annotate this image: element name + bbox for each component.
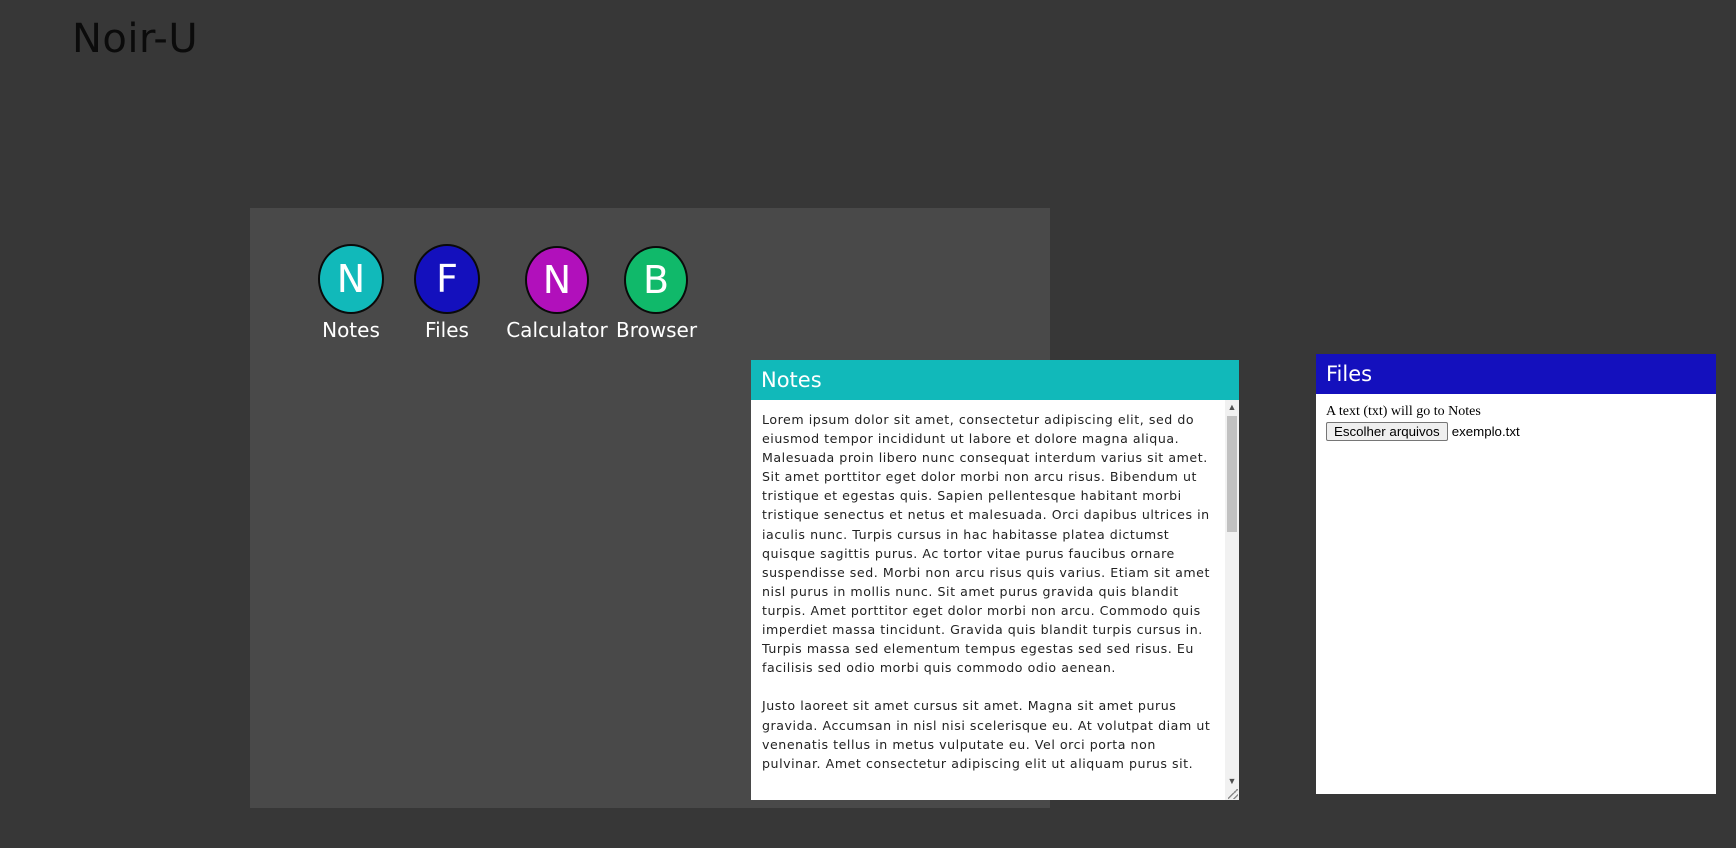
scroll-down-icon[interactable]: ▼ bbox=[1225, 774, 1239, 788]
files-window: Files A text (txt) will go to Notes Esco… bbox=[1316, 354, 1716, 794]
app-icon-calculator[interactable]: N Calculator bbox=[502, 246, 612, 342]
app-icon-label: Notes bbox=[322, 318, 380, 342]
notes-window-titlebar[interactable]: Notes bbox=[751, 360, 1239, 400]
browser-icon[interactable]: B bbox=[624, 246, 688, 314]
app-icon-label: Files bbox=[425, 318, 469, 342]
notes-icon[interactable]: N bbox=[318, 244, 384, 314]
scrollbar-thumb[interactable] bbox=[1227, 416, 1237, 532]
app-icon-browser[interactable]: B Browser bbox=[616, 246, 698, 342]
files-body: A text (txt) will go to Notes Escolher a… bbox=[1316, 394, 1716, 451]
app-title: Noir-U bbox=[72, 16, 199, 62]
app-icon-label: Browser bbox=[616, 318, 698, 342]
choose-files-button[interactable]: Escolher arquivos bbox=[1326, 422, 1448, 441]
app-icon-files[interactable]: F Files bbox=[412, 244, 482, 342]
scroll-up-icon[interactable]: ▲ bbox=[1225, 400, 1239, 414]
files-hint: A text (txt) will go to Notes bbox=[1326, 404, 1481, 419]
calculator-icon[interactable]: N bbox=[525, 246, 589, 314]
notes-scrollbar[interactable]: ▲ ▼ bbox=[1225, 400, 1239, 800]
app-icon-label: Calculator bbox=[506, 318, 608, 342]
notes-textarea[interactable]: Lorem ipsum dolor sit amet, consectetur … bbox=[751, 400, 1225, 800]
notes-window: Notes Lorem ipsum dolor sit amet, consec… bbox=[751, 360, 1239, 800]
app-icon-notes[interactable]: N Notes bbox=[316, 244, 386, 342]
files-window-titlebar[interactable]: Files bbox=[1316, 354, 1716, 394]
selected-file-name: exemplo.txt bbox=[1451, 424, 1520, 439]
file-input[interactable]: Escolher arquivos exemplo.txt bbox=[1326, 422, 1706, 441]
files-icon[interactable]: F bbox=[414, 244, 480, 314]
resize-handle-icon[interactable] bbox=[1228, 789, 1238, 799]
